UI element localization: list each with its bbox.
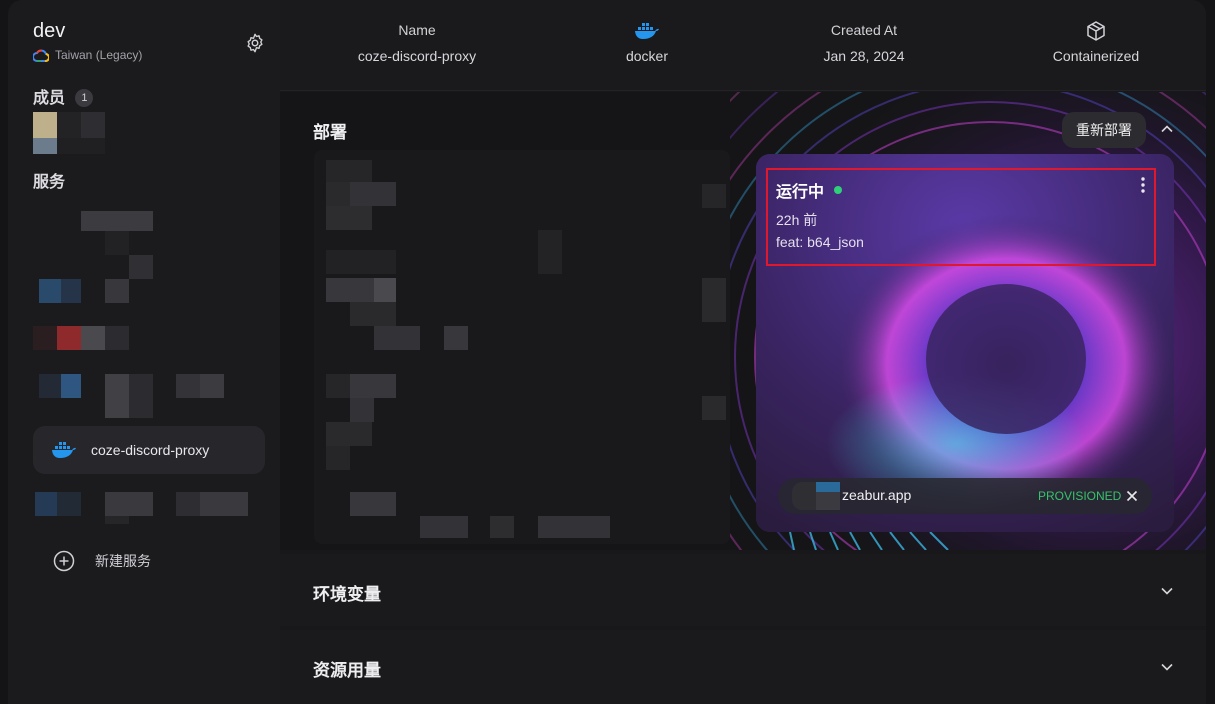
region-text: Taiwan (Legacy): [55, 48, 143, 62]
docker-icon: [52, 442, 76, 458]
created-value: Jan 28, 2024: [823, 48, 905, 64]
chevron-down-icon[interactable]: [1160, 584, 1174, 598]
chevron-down-icon[interactable]: [1160, 660, 1174, 674]
domain-prefix-obscured-2: [816, 482, 840, 492]
resource-usage-title: 资源用量: [313, 661, 381, 680]
members-title: 成员: [33, 90, 66, 107]
deployment-time: 22h 前: [776, 212, 818, 228]
avatar[interactable]: [23, 112, 106, 154]
services-title: 服务: [33, 174, 66, 191]
docker-icon-wrap: [547, 18, 747, 42]
service-label: coze-discord-proxy: [91, 442, 210, 458]
domain-prefix-obscured: [792, 482, 816, 510]
sidebar: dev Taiwan (Legacy) 成员 1 服务 coze-discord…: [8, 0, 280, 704]
service-info-bar: Name coze-discord-proxy docker Created A…: [280, 0, 1206, 91]
docker-icon: [635, 23, 659, 40]
status-text: 运行中: [776, 184, 825, 201]
members-count-badge: 1: [75, 89, 94, 107]
env-variables-section[interactable]: 环境变量: [280, 554, 1206, 626]
service-item-obscured[interactable]: [33, 490, 263, 524]
info-container: Containerized: [996, 18, 1196, 64]
deployment-status: 运行中: [776, 178, 843, 202]
resource-usage-section[interactable]: 资源用量: [280, 630, 1206, 704]
cube-icon-wrap: [996, 18, 1196, 42]
container-value: Containerized: [1052, 48, 1140, 64]
service-item-coze-discord-proxy[interactable]: coze-discord-proxy: [33, 426, 265, 474]
app-window: dev Taiwan (Legacy) 成员 1 服务 coze-discord…: [8, 0, 1206, 704]
domain-status-badge: PROVISIONED: [1038, 489, 1122, 503]
project-name[interactable]: dev: [33, 20, 65, 43]
created-label: Created At: [830, 22, 898, 38]
more-vertical-icon[interactable]: [1140, 176, 1146, 194]
deploy-title: 部署: [313, 123, 347, 142]
chevron-up-icon[interactable]: [1160, 122, 1174, 136]
deploy-logs-obscured[interactable]: [314, 150, 730, 544]
new-service-label: 新建服务: [95, 553, 151, 569]
domain-text: zeabur.app: [842, 487, 912, 503]
info-name: Name coze-discord-proxy: [317, 18, 517, 64]
google-cloud-icon: [33, 48, 49, 62]
deployment-commit: feat: b64_json: [776, 234, 864, 250]
env-variables-title: 环境变量: [313, 585, 381, 604]
name-value: coze-discord-proxy: [357, 48, 477, 64]
info-docker: docker: [547, 18, 747, 64]
info-created: Created At Jan 28, 2024: [764, 18, 964, 64]
redeploy-button[interactable]: 重新部署: [1062, 112, 1146, 148]
members-heading: 成员 1: [33, 84, 94, 108]
plus-circle-icon: [53, 550, 75, 572]
status-dot: [834, 186, 843, 194]
cube-icon: [1087, 21, 1105, 42]
service-list-obscured: [33, 208, 263, 418]
deployment-card[interactable]: 运行中 22h 前 feat: b64_json zeabur.app PROV…: [756, 154, 1174, 532]
name-label: Name: [398, 22, 436, 38]
new-service-button[interactable]: 新建服务: [53, 550, 151, 572]
domain-pill[interactable]: zeabur.app PROVISIONED: [778, 478, 1152, 514]
close-icon[interactable]: [1124, 488, 1140, 504]
deploy-section: 部署 重新部署 运行中 22h 前 feat: b64_json zeabur.…: [280, 92, 1206, 550]
region-label: Taiwan (Legacy): [33, 48, 142, 62]
gear-icon[interactable]: [244, 32, 266, 54]
docker-value: docker: [625, 48, 669, 64]
domain-prefix-obscured-3: [816, 492, 840, 510]
